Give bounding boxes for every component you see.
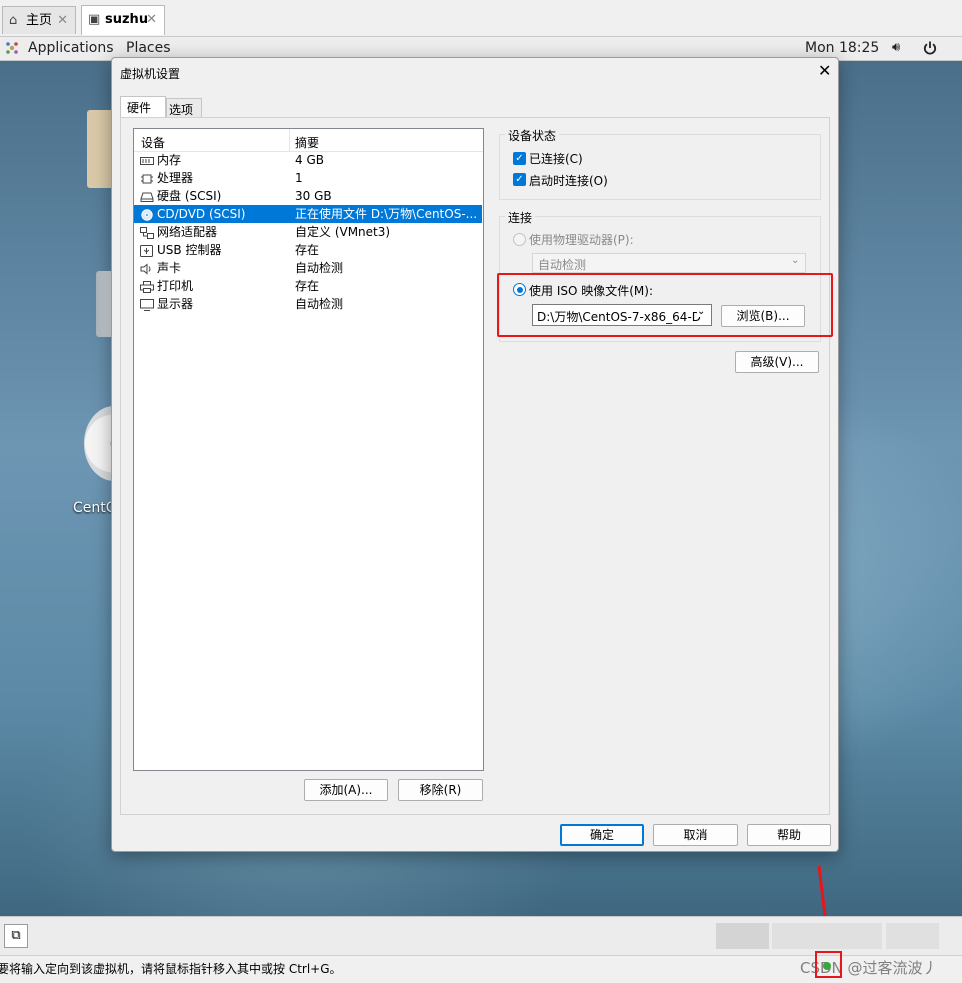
device-summary: 自定义 (VMnet3): [295, 225, 391, 239]
device-status-title: 设备状态: [505, 127, 560, 144]
device-summary: 自动检测: [295, 261, 344, 275]
physical-drive-value: 自动检测: [538, 258, 587, 272]
device-name: USB 控制器: [157, 243, 222, 257]
speaker-icon: [140, 262, 154, 275]
vm-icon: ▣: [88, 12, 101, 27]
add-device-button[interactable]: 添加(A)...: [304, 779, 388, 801]
connected-checkbox[interactable]: ✓: [513, 152, 526, 165]
cd-icon: [140, 208, 154, 221]
device-summary: 正在使用文件 D:\万物\CentOS-...: [295, 207, 478, 221]
device-name: 打印机: [157, 279, 194, 293]
network-status-icon[interactable]: [823, 962, 831, 970]
close-icon[interactable]: ✕: [146, 6, 157, 33]
monitor-icon: [140, 298, 154, 311]
device-list-header: 设备 摘要: [134, 129, 483, 152]
device-summary: 4 GB: [295, 153, 324, 167]
cpu-icon: [140, 172, 154, 184]
network-icon: [140, 226, 154, 239]
usb-icon: [140, 244, 154, 257]
connected-label[interactable]: 已连接(C): [529, 150, 583, 167]
close-icon[interactable]: ✕: [57, 7, 68, 34]
connect-on-power-checkbox[interactable]: ✓: [513, 173, 526, 186]
connect-on-power-label[interactable]: 启动时连接(O): [529, 172, 608, 189]
device-summary: 存在: [295, 279, 320, 293]
status-message: 要将输入定向到该虚拟机，请将鼠标指针移入其中或按 Ctrl+G。: [0, 962, 342, 976]
device-summary: 1: [295, 171, 303, 185]
device-row-harddisk[interactable]: 硬盘 (SCSI) 30 GB: [134, 187, 482, 205]
hardware-panel: 设备 摘要 内存 4 GB 处理器 1 硬盘 (SCSI) 30 GB CD/D…: [120, 117, 833, 815]
device-row-cpu[interactable]: 处理器 1: [134, 169, 482, 187]
column-header-summary[interactable]: 摘要: [295, 134, 319, 151]
device-summary: 30 GB: [295, 189, 332, 203]
tab-suzhu-label: suzhu: [105, 12, 149, 27]
device-summary: 自动检测: [295, 297, 344, 311]
use-physical-drive-label[interactable]: 使用物理驱动器(P):: [529, 231, 634, 248]
column-header-device[interactable]: 设备: [141, 134, 165, 151]
tab-hardware[interactable]: 硬件: [120, 96, 166, 118]
remove-device-button[interactable]: 移除(R): [398, 779, 483, 801]
device-row-printer[interactable]: 打印机 存在: [134, 277, 482, 295]
close-icon[interactable]: ✕: [818, 61, 831, 80]
toolbar-slot-1: [716, 923, 769, 949]
device-row-usb[interactable]: USB 控制器 存在: [134, 241, 482, 259]
toolbar-slot-2: [772, 923, 882, 949]
advanced-button[interactable]: 高级(V)...: [735, 351, 819, 373]
device-name: 处理器: [157, 171, 194, 185]
tab-suzhu[interactable]: ▣ suzhu ✕: [81, 5, 165, 35]
device-name: 内存: [157, 153, 182, 167]
device-name: 网络适配器: [157, 225, 218, 239]
toolbar-slot-3: [886, 923, 939, 949]
use-physical-drive-radio[interactable]: [513, 233, 526, 246]
device-summary: 存在: [295, 243, 320, 257]
vmware-toolbar: ⧉: [0, 916, 962, 955]
chevron-down-icon: ⌄: [791, 255, 800, 266]
cancel-button[interactable]: 取消: [653, 824, 738, 846]
tab-options[interactable]: 选项: [166, 98, 202, 118]
tab-home[interactable]: ⌂ 主页 ✕: [2, 6, 76, 34]
fullscreen-icon[interactable]: ⧉: [4, 924, 28, 948]
device-row-network[interactable]: 网络适配器 自定义 (VMnet3): [134, 223, 482, 241]
tab-hardware-label: 硬件: [127, 101, 152, 115]
device-list: 设备 摘要 内存 4 GB 处理器 1 硬盘 (SCSI) 30 GB CD/D…: [133, 128, 484, 771]
physical-drive-select[interactable]: 自动检测 ⌄: [532, 253, 806, 273]
gnome-foot-icon: [6, 42, 18, 54]
memory-icon: [140, 154, 154, 166]
home-icon: ⌂: [9, 13, 18, 28]
device-row-display[interactable]: 显示器 自动检测: [134, 295, 482, 313]
ok-button[interactable]: 确定: [560, 824, 644, 846]
help-button[interactable]: 帮助: [747, 824, 831, 846]
tab-home-label: 主页: [26, 13, 53, 28]
device-row-sound[interactable]: 声卡 自动检测: [134, 259, 482, 277]
device-name: CD/DVD (SCSI): [157, 207, 246, 221]
device-row-memory[interactable]: 内存 4 GB: [134, 151, 482, 169]
highlight-box: [497, 273, 833, 337]
device-row-cd-dvd[interactable]: CD/DVD (SCSI) 正在使用文件 D:\万物\CentOS-...: [134, 205, 482, 223]
power-icon[interactable]: [922, 40, 938, 56]
vm-settings-dialog: 虚拟机设置 ✕ 硬件 选项 设备 摘要 内存 4 GB 处理器 1 硬盘 (SC…: [111, 57, 839, 852]
vmware-status-bar: 要将输入定向到该虚拟机，请将鼠标指针移入其中或按 Ctrl+G。 CSDN @过…: [0, 951, 962, 983]
vmware-tab-bar: ⌂ 主页 ✕ ▣ suzhu ✕: [0, 0, 962, 37]
dialog-title: 虚拟机设置: [120, 67, 181, 81]
clock[interactable]: Mon 18:25: [805, 37, 879, 59]
volume-icon[interactable]: 🔊︎: [892, 37, 900, 59]
device-name: 显示器: [157, 297, 194, 311]
connection-title: 连接: [505, 209, 536, 226]
device-name: 硬盘 (SCSI): [157, 189, 222, 203]
tab-options-label: 选项: [169, 103, 194, 117]
places-menu[interactable]: Places: [126, 37, 171, 59]
applications-menu[interactable]: Applications: [28, 37, 114, 59]
harddisk-icon: [140, 190, 154, 202]
device-name: 声卡: [157, 261, 182, 275]
printer-icon: [140, 280, 154, 293]
